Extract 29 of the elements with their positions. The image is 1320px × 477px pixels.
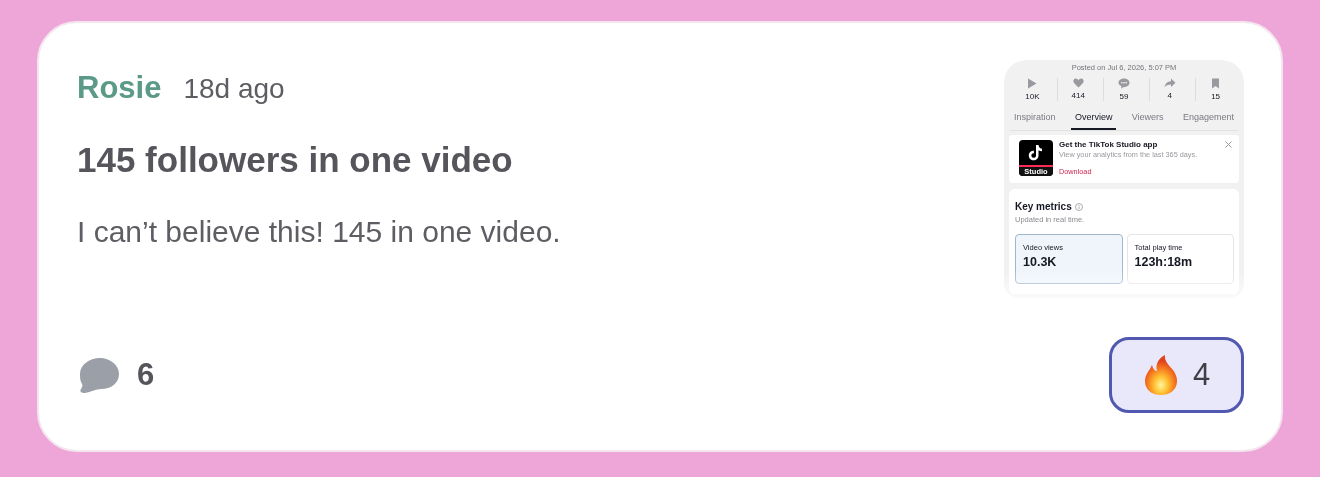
share-arrow-icon [1163,78,1176,88]
reaction-button[interactable]: 4 [1109,337,1244,413]
metrics-title: Key metrics [1015,201,1072,212]
stat-count: 414 [1071,91,1085,100]
fire-icon [1142,354,1179,396]
comment-icon[interactable] [77,356,121,394]
tab[interactable]: Overview [1070,110,1117,130]
tab[interactable]: Inspiration [1010,110,1060,130]
tab[interactable]: Engagement [1178,110,1238,130]
bookmark-icon [1211,78,1221,89]
play-icon [1027,78,1038,89]
stat-count: 59 [1119,92,1129,101]
post-title: 145 followers in one video [77,139,513,181]
metric-value: 123h:18m [1134,255,1193,269]
promo-title: Get the TikTok Studio app [1059,140,1159,150]
stat-count: 10K [1025,92,1040,101]
post-body: I can’t believe this! 145 in one video. [77,214,561,250]
stat-count: 4 [1167,91,1172,100]
author-name[interactable]: Rosie [77,70,162,106]
info-icon[interactable] [1074,202,1083,211]
heart-icon [1072,78,1084,88]
post-time: 18d ago [183,72,285,106]
comment-count: 6 [137,357,155,393]
metric-value: 10.3K [1023,255,1057,269]
close-icon[interactable] [1225,141,1232,148]
stat-count: 15 [1211,92,1221,101]
attachment-screenshot[interactable] [1004,60,1244,298]
tab[interactable]: Viewers [1127,110,1168,130]
speech-bubble-icon [1118,78,1130,89]
